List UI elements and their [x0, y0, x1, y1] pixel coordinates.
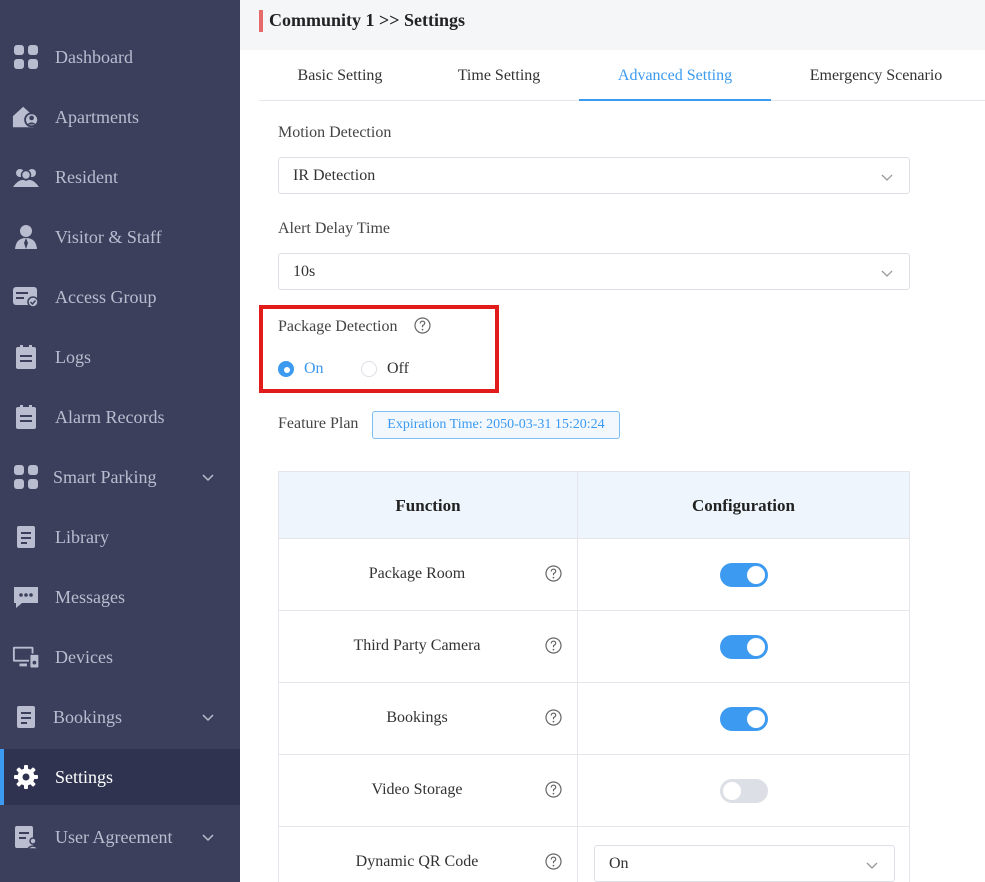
settings-tabs: Basic Setting Time Setting Advanced Sett…	[259, 51, 985, 101]
package-detection-off-radio[interactable]: Off	[361, 360, 409, 378]
table-row: Dynamic QR Code On	[279, 827, 909, 882]
user-agreement-icon	[12, 823, 40, 851]
radio-on-label: On	[304, 360, 324, 377]
resident-icon	[12, 163, 40, 191]
breadcrumb: Community 1 >> Settings	[269, 10, 466, 30]
column-header-function: Function	[395, 496, 461, 515]
chevron-down-icon[interactable]	[200, 709, 216, 725]
sidebar-item-apartments[interactable]: Apartments	[0, 89, 240, 145]
radio-circle	[278, 361, 294, 377]
column-header-configuration: Configuration	[692, 496, 795, 515]
motion-detection-label: Motion Detection	[278, 124, 392, 141]
alarm-records-icon	[12, 403, 40, 431]
help-icon[interactable]	[414, 317, 431, 334]
function-config-table: Function Configuration Package Room Thir…	[278, 471, 910, 882]
chevron-down-icon	[864, 857, 880, 873]
sidebar-item-bookings[interactable]: Bookings	[0, 689, 240, 745]
radio-circle	[361, 361, 377, 377]
chevron-down-icon[interactable]	[200, 829, 216, 845]
chevron-down-icon	[879, 169, 895, 185]
function-name: Dynamic QR Code	[355, 853, 479, 870]
package-detection-on-radio[interactable]: On	[278, 360, 324, 378]
video-storage-toggle[interactable]	[720, 779, 768, 803]
sidebar-item-messages[interactable]: Messages	[0, 569, 240, 625]
radio-off-label: Off	[387, 360, 409, 377]
sidebar-item-label: Library	[55, 526, 109, 547]
expiration-badge: Expiration Time: 2050-03-31 15:20:24	[372, 411, 620, 439]
tab-time-setting[interactable]: Time Setting	[439, 51, 559, 101]
sidebar-item-label: Resident	[55, 166, 118, 187]
sidebar-item-dashboard[interactable]: Dashboard	[0, 29, 240, 85]
settings-icon	[12, 763, 40, 791]
table-row: Bookings	[279, 683, 909, 755]
devices-icon	[12, 643, 40, 671]
sidebar-item-label: Logs	[55, 346, 91, 367]
function-name: Third Party Camera	[353, 637, 481, 654]
dynamic-qr-code-value: On	[609, 855, 629, 872]
dashboard-icon	[12, 43, 40, 71]
sidebar-item-logs[interactable]: Logs	[0, 329, 240, 385]
sidebar-item-user-agreement[interactable]: User Agreement	[0, 809, 240, 865]
table-row: Video Storage	[279, 755, 909, 827]
sidebar-item-visitor-staff[interactable]: Visitor & Staff	[0, 209, 240, 265]
sidebar-item-label: Access Group	[55, 286, 157, 307]
help-icon[interactable]	[545, 709, 562, 726]
function-name: Bookings	[386, 709, 448, 726]
sidebar-item-smart-parking[interactable]: Smart Parking	[0, 449, 240, 505]
third-party-camera-toggle[interactable]	[720, 635, 768, 659]
alert-delay-label: Alert Delay Time	[278, 220, 390, 237]
sidebar-item-library[interactable]: Library	[0, 509, 240, 565]
package-room-toggle[interactable]	[720, 563, 768, 587]
motion-detection-select[interactable]: IR Detection	[278, 157, 910, 194]
apartments-icon	[12, 103, 40, 131]
table-row: Package Room	[279, 539, 909, 611]
sidebar-item-resident[interactable]: Resident	[0, 149, 240, 205]
help-icon[interactable]	[545, 853, 562, 870]
sidebar-item-settings[interactable]: Settings	[0, 749, 240, 805]
table-header: Function Configuration	[279, 472, 909, 539]
feature-plan-label: Feature Plan	[278, 415, 359, 432]
function-name: Package Room	[368, 565, 466, 582]
alert-delay-value: 10s	[293, 263, 316, 280]
table-row: Third Party Camera	[279, 611, 909, 683]
sidebar-item-label: Alarm Records	[55, 406, 165, 427]
sidebar-item-label: Bookings	[53, 706, 123, 727]
function-name: Video Storage	[371, 781, 463, 798]
messages-icon	[12, 583, 40, 611]
package-detection-label: Package Detection	[278, 318, 398, 335]
smart-parking-icon	[12, 463, 40, 491]
dynamic-qr-code-select[interactable]: On	[594, 845, 895, 882]
title-accent-bar	[259, 10, 263, 32]
help-icon[interactable]	[545, 637, 562, 654]
sidebar-item-label: Dashboard	[55, 46, 133, 67]
bookings-icon	[12, 703, 40, 731]
alert-delay-select[interactable]: 10s	[278, 253, 910, 290]
tab-basic-setting[interactable]: Basic Setting	[279, 51, 401, 101]
sidebar: Dashboard Apartments Resident Visitor & …	[0, 0, 240, 882]
sidebar-item-label: Apartments	[55, 106, 139, 127]
logs-icon	[12, 343, 40, 371]
sidebar-item-label: User Agreement	[55, 826, 173, 847]
tab-emergency-scenario[interactable]: Emergency Scenario	[791, 51, 961, 101]
help-icon[interactable]	[545, 781, 562, 798]
access-group-icon	[12, 283, 40, 311]
sidebar-item-alarm-records[interactable]: Alarm Records	[0, 389, 240, 445]
sidebar-item-label: Messages	[55, 586, 125, 607]
sidebar-item-label: Visitor & Staff	[55, 226, 162, 247]
sidebar-item-access-group[interactable]: Access Group	[0, 269, 240, 325]
chevron-down-icon[interactable]	[200, 469, 216, 485]
page-header: Community 1 >> Settings	[240, 0, 985, 50]
library-icon	[12, 523, 40, 551]
sidebar-item-devices[interactable]: Devices	[0, 629, 240, 685]
motion-detection-value: IR Detection	[293, 167, 376, 184]
sidebar-item-label: Smart Parking	[53, 466, 157, 487]
tab-advanced-setting[interactable]: Advanced Setting	[579, 51, 771, 101]
bookings-toggle[interactable]	[720, 707, 768, 731]
sidebar-item-label: Settings	[55, 766, 114, 787]
chevron-down-icon	[879, 265, 895, 281]
sidebar-item-label: Devices	[55, 646, 113, 667]
help-icon[interactable]	[545, 565, 562, 582]
visitor-staff-icon	[12, 223, 40, 251]
